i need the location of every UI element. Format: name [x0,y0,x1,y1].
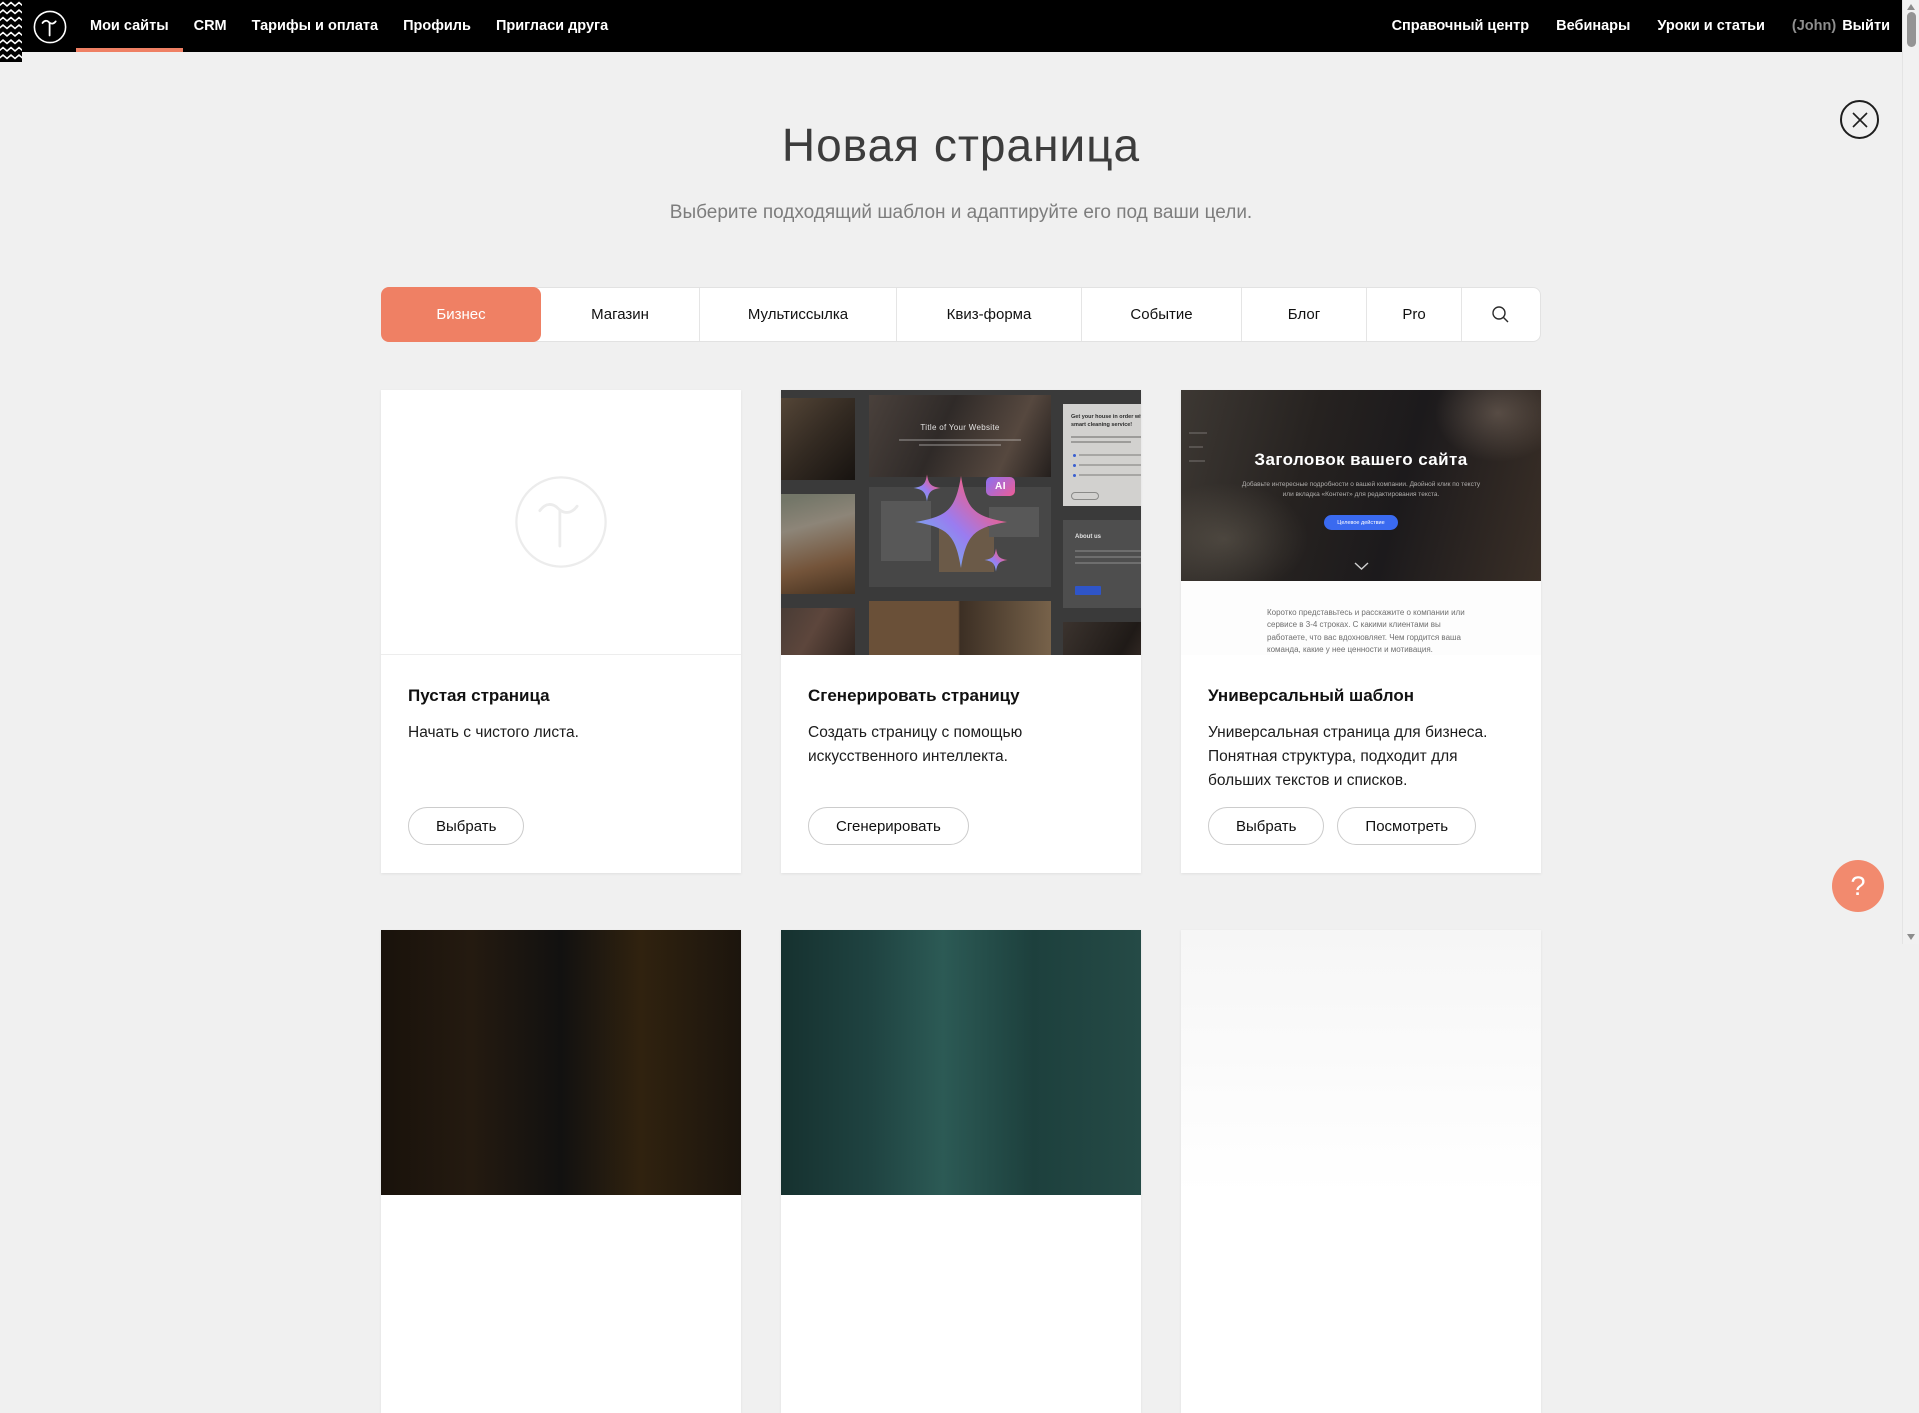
template-body: Коротко представьтесь и расскажите о ком… [1181,581,1541,655]
card-info: Сгенерировать страницу Создать страницу … [781,655,1141,873]
nav-item-lessons[interactable]: Уроки и статьи [1657,0,1764,52]
secondary-menu: Справочный центр Вебинары Уроки и статьи… [1392,0,1902,52]
card-blank-page[interactable]: Пустая страница Начать с чистого листа. … [381,390,741,873]
nav-item-help-center[interactable]: Справочный центр [1392,0,1530,52]
universal-template-preview: Заголовок вашего сайта Добавьте интересн… [1181,390,1541,655]
card-title: Сгенерировать страницу [808,686,1113,706]
view-button[interactable]: Посмотреть [1337,807,1476,845]
user-name: (John) [1792,0,1836,52]
generate-button[interactable]: Сгенерировать [808,807,969,845]
ai-sparkles-icon [781,390,1141,655]
tab-shop[interactable]: Магазин [541,288,699,341]
ai-generate-preview: Title of Your Website Get your house in … [781,390,1141,655]
search-icon [1491,305,1510,324]
card-description: Создать страницу с помощью искусственног… [808,721,1066,769]
card-title: Пустая страница [408,686,713,706]
nav-item-my-sites[interactable]: Мои сайты [90,0,169,52]
template-hero-subtitle: Добавьте интересные подробности о вашей … [1236,480,1486,501]
page-title: Новая страница [0,118,1919,172]
select-button[interactable]: Выбрать [1208,807,1324,845]
ai-badge: AI [986,477,1015,496]
tab-blog[interactable]: Блог [1241,288,1366,341]
select-button[interactable]: Выбрать [408,807,524,845]
template-card-partial[interactable] [381,930,741,1413]
template-hero-title: Заголовок вашего сайта [1181,450,1541,470]
blank-page-preview [381,390,741,655]
template-hero: Заголовок вашего сайта Добавьте интересн… [1181,390,1541,581]
logout-link[interactable]: Выйти [1842,0,1890,52]
tab-quiz-form[interactable]: Квиз-форма [896,288,1081,341]
question-icon: ? [1850,871,1865,901]
card-info: Универсальный шаблон Универсальная стран… [1181,655,1541,873]
tilda-logo-icon[interactable] [33,10,67,49]
help-button[interactable]: ? [1832,860,1884,912]
nav-item-invite-friend[interactable]: Пригласи друга [496,0,608,52]
user-block: (John) Выйти [1792,0,1890,52]
tab-pro[interactable]: Pro [1366,288,1461,341]
nav-item-profile[interactable]: Профиль [403,0,471,52]
page-subtitle: Выберите подходящий шаблон и адаптируйте… [0,202,1919,224]
template-card-partial[interactable] [781,930,1141,1413]
card-universal-template[interactable]: Заголовок вашего сайта Добавьте интересн… [1181,390,1541,873]
vertical-scrollbar[interactable] [1902,0,1919,944]
tab-business[interactable]: Бизнес [381,287,541,342]
tab-event[interactable]: Событие [1081,288,1241,341]
close-button[interactable] [1840,100,1879,139]
tilda-logo-watermark-icon [513,474,609,570]
card-title: Универсальный шаблон [1208,686,1513,706]
scrollbar-up-icon[interactable] [1907,4,1915,10]
nav-item-tariffs[interactable]: Тарифы и оплата [252,0,378,52]
chevron-down-icon [1354,562,1369,570]
tab-multilink[interactable]: Мультиссылка [699,288,896,341]
template-body-text: Коротко представьтесь и расскажите о ком… [1267,607,1465,655]
template-preview [1181,930,1541,1195]
nav-item-webinars[interactable]: Вебинары [1556,0,1630,52]
close-icon [1851,111,1869,129]
card-description: Универсальная страница для бизнеса. Поня… [1208,721,1520,793]
card-description: Начать с чистого листа. [408,721,708,745]
template-category-tabs: Бизнес Магазин Мультиссылка Квиз-форма С… [381,287,1541,342]
template-preview [381,930,741,1195]
scrollbar-down-icon[interactable] [1907,934,1915,940]
template-cta-button: Целевое действие [1324,515,1398,530]
main-menu: Мои сайты CRM Тарифы и оплата Профиль Пр… [90,0,608,52]
template-card-grid: Пустая страница Начать с чистого листа. … [381,390,1541,1413]
card-ai-generate[interactable]: Title of Your Website Get your house in … [781,390,1141,873]
top-navigation-bar: Мои сайты CRM Тарифы и оплата Профиль Пр… [0,0,1902,52]
template-card-partial[interactable] [1181,930,1541,1413]
template-preview [781,930,1141,1195]
zigzag-pattern [0,0,22,67]
scrollbar-thumb[interactable] [1907,12,1916,47]
tab-search[interactable] [1461,288,1539,341]
card-info: Пустая страница Начать с чистого листа. … [381,655,741,873]
nav-item-crm[interactable]: CRM [194,0,227,52]
